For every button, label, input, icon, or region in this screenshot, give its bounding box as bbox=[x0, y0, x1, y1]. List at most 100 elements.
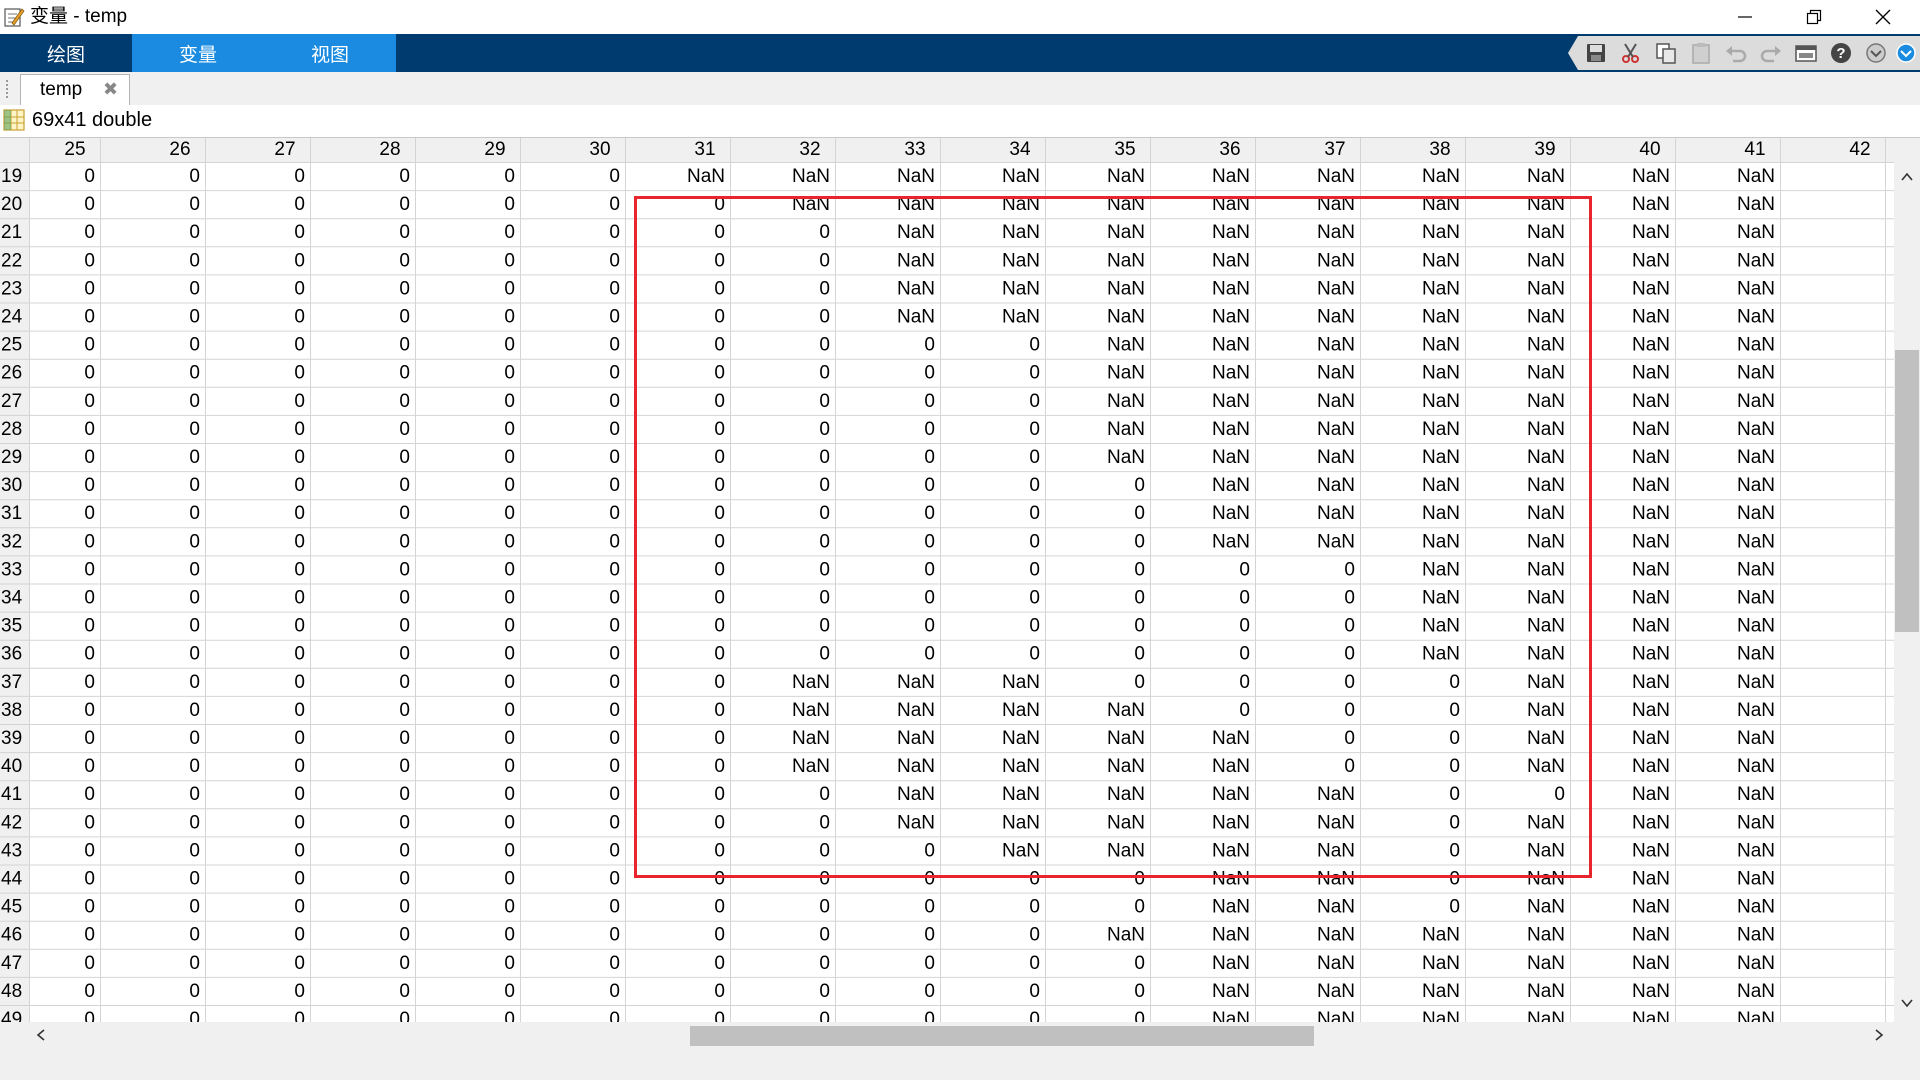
column-header[interactable]: 39 bbox=[1534, 139, 1555, 160]
table-cell[interactable]: 0 bbox=[1239, 700, 1250, 721]
table-cell[interactable]: 0 bbox=[294, 1009, 305, 1022]
table-cell[interactable]: 0 bbox=[1029, 503, 1040, 524]
table-cell[interactable]: NaN bbox=[1002, 756, 1040, 777]
table-cell[interactable]: 0 bbox=[714, 503, 725, 524]
scroll-right-icon[interactable] bbox=[1872, 1028, 1886, 1042]
table-cell[interactable]: 0 bbox=[1449, 700, 1460, 721]
paste-icon[interactable] bbox=[1689, 41, 1713, 65]
table-cell[interactable]: 0 bbox=[714, 250, 725, 271]
table-cell[interactable]: 0 bbox=[294, 475, 305, 496]
table-cell[interactable]: NaN bbox=[897, 728, 935, 749]
table-cell[interactable]: 0 bbox=[714, 925, 725, 946]
table-cell[interactable]: 0 bbox=[504, 363, 515, 384]
table-cell[interactable]: NaN bbox=[1422, 616, 1460, 637]
table-cell[interactable]: 0 bbox=[819, 531, 830, 552]
table-cell[interactable]: NaN bbox=[1212, 981, 1250, 1002]
table-cell[interactable]: 0 bbox=[1029, 644, 1040, 665]
table-cell[interactable]: 0 bbox=[189, 672, 200, 693]
table-cell[interactable]: 0 bbox=[609, 250, 620, 271]
table-cell[interactable]: 0 bbox=[1344, 728, 1355, 749]
table-cell[interactable]: 0 bbox=[609, 812, 620, 833]
table-cell[interactable]: 0 bbox=[294, 166, 305, 187]
table-cell[interactable]: 0 bbox=[399, 728, 410, 749]
table-cell[interactable]: 0 bbox=[819, 559, 830, 580]
table-cell[interactable]: 0 bbox=[609, 531, 620, 552]
table-cell[interactable]: NaN bbox=[1002, 840, 1040, 861]
table-cell[interactable]: 0 bbox=[1449, 897, 1460, 918]
table-cell[interactable]: 0 bbox=[504, 840, 515, 861]
table-cell[interactable]: 0 bbox=[924, 953, 935, 974]
table-cell[interactable]: NaN bbox=[1212, 503, 1250, 524]
table-cell[interactable]: 0 bbox=[294, 840, 305, 861]
table-cell[interactable]: 0 bbox=[189, 419, 200, 440]
table-cell[interactable]: 0 bbox=[609, 953, 620, 974]
table-cell[interactable]: 0 bbox=[819, 953, 830, 974]
table-cell[interactable]: NaN bbox=[1527, 194, 1565, 215]
table-cell[interactable]: 0 bbox=[399, 925, 410, 946]
table-cell[interactable]: NaN bbox=[1002, 278, 1040, 299]
table-cell[interactable]: NaN bbox=[1422, 644, 1460, 665]
table-cell[interactable]: NaN bbox=[1212, 391, 1250, 412]
table-cell[interactable]: NaN bbox=[1212, 1009, 1250, 1022]
table-cell[interactable]: 0 bbox=[714, 447, 725, 468]
table-cell[interactable]: 0 bbox=[924, 840, 935, 861]
table-cell[interactable]: 0 bbox=[819, 840, 830, 861]
table-cell[interactable]: NaN bbox=[1422, 335, 1460, 356]
row-header[interactable]: 28 bbox=[1, 419, 22, 440]
table-cell[interactable]: 0 bbox=[399, 335, 410, 356]
restore-button[interactable] bbox=[1779, 0, 1848, 34]
horizontal-scrollbar[interactable] bbox=[0, 1022, 1894, 1048]
table-cell[interactable]: NaN bbox=[897, 700, 935, 721]
table-cell[interactable]: 0 bbox=[399, 447, 410, 468]
table-cell[interactable]: 0 bbox=[1029, 1009, 1040, 1022]
table-cell[interactable]: NaN bbox=[792, 700, 830, 721]
table-cell[interactable]: 0 bbox=[399, 391, 410, 412]
table-cell[interactable]: NaN bbox=[1422, 166, 1460, 187]
table-cell[interactable]: 0 bbox=[609, 644, 620, 665]
table-cell[interactable]: NaN bbox=[1422, 503, 1460, 524]
table-cell[interactable]: 0 bbox=[609, 391, 620, 412]
help-icon[interactable]: ? bbox=[1829, 41, 1853, 65]
table-cell[interactable]: NaN bbox=[1632, 335, 1670, 356]
table-cell[interactable]: 0 bbox=[609, 1009, 620, 1022]
table-cell[interactable]: 0 bbox=[1344, 672, 1355, 693]
table-cell[interactable]: NaN bbox=[1107, 335, 1145, 356]
row-header[interactable]: 32 bbox=[1, 531, 22, 552]
table-cell[interactable]: NaN bbox=[1632, 700, 1670, 721]
row-header[interactable]: 23 bbox=[1, 278, 22, 299]
table-cell[interactable]: 0 bbox=[189, 981, 200, 1002]
table-cell[interactable]: 0 bbox=[399, 363, 410, 384]
table-cell[interactable]: 0 bbox=[714, 840, 725, 861]
table-cell[interactable]: 0 bbox=[504, 475, 515, 496]
table-cell[interactable]: 0 bbox=[1134, 503, 1145, 524]
table-cell[interactable]: 0 bbox=[924, 447, 935, 468]
table-cell[interactable]: NaN bbox=[1317, 391, 1355, 412]
table-cell[interactable]: 0 bbox=[924, 616, 935, 637]
table-cell[interactable]: NaN bbox=[1527, 335, 1565, 356]
table-cell[interactable]: NaN bbox=[1737, 812, 1775, 833]
column-header[interactable]: 41 bbox=[1744, 139, 1765, 160]
table-cell[interactable]: 0 bbox=[294, 307, 305, 328]
vertical-scroll-thumb[interactable] bbox=[1895, 350, 1919, 632]
table-cell[interactable]: 0 bbox=[504, 588, 515, 609]
table-cell[interactable]: 0 bbox=[294, 222, 305, 243]
table-cell[interactable]: NaN bbox=[1317, 840, 1355, 861]
table-cell[interactable]: 0 bbox=[399, 250, 410, 271]
table-cell[interactable]: 0 bbox=[819, 278, 830, 299]
table-cell[interactable]: 0 bbox=[1134, 475, 1145, 496]
tab-plots[interactable]: 绘图 bbox=[0, 34, 132, 72]
row-header[interactable]: 25 bbox=[1, 335, 22, 356]
table-cell[interactable]: 0 bbox=[924, 531, 935, 552]
table-cell[interactable]: 0 bbox=[189, 953, 200, 974]
table-cell[interactable]: 0 bbox=[924, 559, 935, 580]
table-cell[interactable]: 0 bbox=[399, 1009, 410, 1022]
table-cell[interactable]: NaN bbox=[1632, 784, 1670, 805]
table-cell[interactable]: 0 bbox=[189, 728, 200, 749]
table-cell[interactable]: 0 bbox=[609, 981, 620, 1002]
table-cell[interactable]: 0 bbox=[819, 925, 830, 946]
table-cell[interactable]: NaN bbox=[792, 166, 830, 187]
table-cell[interactable]: 0 bbox=[504, 756, 515, 777]
table-cell[interactable]: NaN bbox=[1632, 897, 1670, 918]
table-cell[interactable]: 0 bbox=[399, 840, 410, 861]
table-cell[interactable]: 0 bbox=[504, 419, 515, 440]
